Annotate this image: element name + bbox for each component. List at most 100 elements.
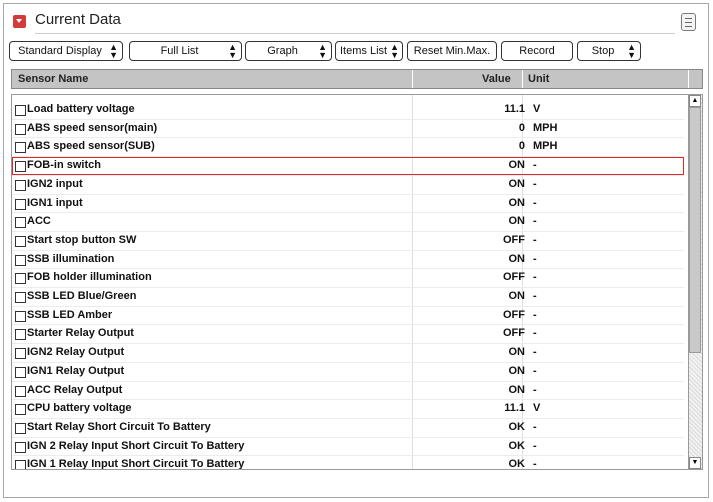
header-value[interactable]: Value (482, 70, 511, 88)
items-list-label: Items List (340, 45, 388, 57)
sensor-value: ON (508, 177, 526, 190)
table-row[interactable]: Start stop button SW OFF - (12, 232, 684, 250)
row-checkbox[interactable] (15, 385, 26, 397)
row-checkbox[interactable] (15, 179, 26, 191)
header-sensor-name[interactable]: Sensor Name (18, 70, 88, 88)
scroll-up-arrow-icon[interactable]: ▲ (689, 95, 701, 107)
row-checkbox[interactable] (15, 292, 26, 303)
vertical-scrollbar[interactable]: ▲ ▼ (688, 95, 702, 469)
row-checkbox[interactable] (15, 329, 26, 341)
sensor-value: 11.1 (504, 402, 525, 415)
table-row[interactable]: CPU battery voltage 11.1 V (12, 400, 684, 418)
sensor-value: OFF (503, 271, 525, 284)
row-checkbox[interactable] (15, 254, 26, 266)
table-row[interactable]: SSB LED Amber OFF - (12, 307, 684, 325)
stop-label: Stop (591, 45, 615, 57)
sensor-unit: - (533, 252, 537, 265)
sensor-unit: - (533, 439, 537, 452)
sensor-name: Starter Relay Output (27, 327, 134, 340)
table-row[interactable]: ACC ON - (12, 213, 684, 231)
sensor-name: Start Relay Short Circuit To Battery (27, 420, 211, 433)
graph-select-label: Graph (267, 45, 298, 57)
row-checkbox[interactable] (15, 142, 26, 154)
record-button[interactable]: Record (501, 41, 573, 61)
sensor-value: ON (508, 290, 526, 302)
sensor-unit: MPH (533, 121, 558, 134)
row-checkbox[interactable] (15, 273, 26, 285)
table-row[interactable]: ACC Relay Output ON - (12, 382, 684, 400)
scrollbar-thumb[interactable] (689, 107, 701, 353)
sensor-data-grid: Load battery voltage 11.1 V ABS speed senso… (11, 94, 703, 470)
row-checkbox[interactable] (15, 105, 26, 116)
sensor-unit: - (533, 215, 537, 228)
graph-select[interactable]: Graph ▲ ▼ (245, 41, 332, 61)
table-row[interactable]: Start Relay Short Circuit To Battery OK - (12, 419, 684, 437)
table-row[interactable]: SSB illumination ON - (12, 251, 684, 269)
table-row[interactable]: IGN1 input ON - (12, 195, 684, 213)
table-row[interactable]: FOB-in switch ON - (12, 157, 684, 176)
sensor-value: 0 (518, 140, 525, 153)
sensor-value: ON (508, 252, 526, 265)
sensor-name: IGN1 input (27, 196, 83, 209)
row-checkbox[interactable] (15, 161, 26, 173)
row-checkbox[interactable] (15, 217, 26, 229)
sensor-unit: MPH (533, 140, 558, 153)
sensor-name: IGN2 input (27, 177, 83, 190)
menu-icon[interactable] (681, 13, 696, 31)
sensor-value: 0 (518, 121, 525, 134)
table-row[interactable]: SSB LED Blue/Green ON - (12, 288, 684, 306)
sensor-unit: - (533, 159, 537, 172)
row-checkbox[interactable] (15, 198, 26, 210)
sensor-unit: - (533, 233, 537, 246)
row-checkbox[interactable] (15, 460, 26, 469)
sensor-value: OFF (503, 308, 525, 321)
sensor-unit: - (533, 383, 537, 396)
sensor-value: ON (508, 196, 526, 209)
sensor-unit: - (533, 177, 537, 190)
sensor-unit: - (533, 420, 537, 433)
table-row[interactable]: Load battery voltage 11.1 V (12, 101, 684, 119)
sensor-value: OK (508, 458, 526, 470)
list-select[interactable]: Full List ▲ ▼ (129, 41, 242, 61)
row-checkbox[interactable] (15, 123, 26, 135)
sensor-value: OK (508, 439, 526, 452)
table-row[interactable]: ABS speed sensor(SUB) 0 MPH (12, 138, 684, 156)
select-arrows-icon: ▲ ▼ (109, 42, 118, 60)
table-row[interactable]: IGN2 Relay Output ON - (12, 344, 684, 362)
reset-min-max-label: Reset Min.Max. (413, 45, 491, 57)
sensor-unit: - (533, 346, 537, 359)
row-checkbox[interactable] (15, 348, 26, 360)
reset-min-max-button[interactable]: Reset Min.Max. (407, 41, 497, 61)
row-checkbox[interactable] (15, 235, 26, 247)
select-arrows-icon: ▲ ▼ (228, 42, 237, 60)
table-row[interactable]: IGN 2 Relay Input Short Circuit To Batte… (12, 438, 684, 456)
sensor-value: ON (508, 346, 526, 359)
select-arrows-icon: ▲ ▼ (390, 42, 399, 60)
items-list-select[interactable]: Items List ▲ ▼ (335, 41, 403, 61)
row-checkbox[interactable] (15, 310, 26, 322)
scroll-down-arrow-icon[interactable]: ▼ (689, 457, 701, 469)
table-row[interactable]: FOB holder illumination OFF - (12, 269, 684, 287)
sensor-unit: - (533, 458, 537, 470)
sensor-name: IGN1 Relay Output (27, 364, 125, 377)
sensor-name: CPU battery voltage (27, 402, 132, 415)
table-row[interactable]: IGN1 Relay Output ON - (12, 363, 684, 381)
display-mode-select[interactable]: Standard Display ▲ ▼ (9, 41, 123, 61)
record-label: Record (519, 45, 555, 57)
row-checkbox[interactable] (15, 366, 26, 378)
sensor-name: SSB LED Amber (27, 308, 113, 321)
sensor-value: ON (508, 215, 526, 228)
table-row[interactable]: ABS speed sensor(main) 0 MPH (12, 120, 684, 138)
row-checkbox[interactable] (15, 404, 26, 416)
window-title: Current Data (35, 11, 121, 28)
row-checkbox[interactable] (15, 441, 26, 453)
header-unit[interactable]: Unit (528, 70, 549, 88)
collapse-arrow-icon[interactable] (13, 15, 26, 28)
sensor-unit: - (533, 327, 537, 340)
stop-select[interactable]: Stop ▲ ▼ (577, 41, 641, 61)
table-row[interactable]: Starter Relay Output OFF - (12, 325, 684, 343)
table-row[interactable]: IGN2 input ON - (12, 176, 684, 194)
list-select-label: Full List (160, 45, 199, 57)
row-checkbox[interactable] (15, 422, 26, 434)
table-row[interactable]: IGN 1 Relay Input Short Circuit To Batte… (12, 456, 684, 470)
